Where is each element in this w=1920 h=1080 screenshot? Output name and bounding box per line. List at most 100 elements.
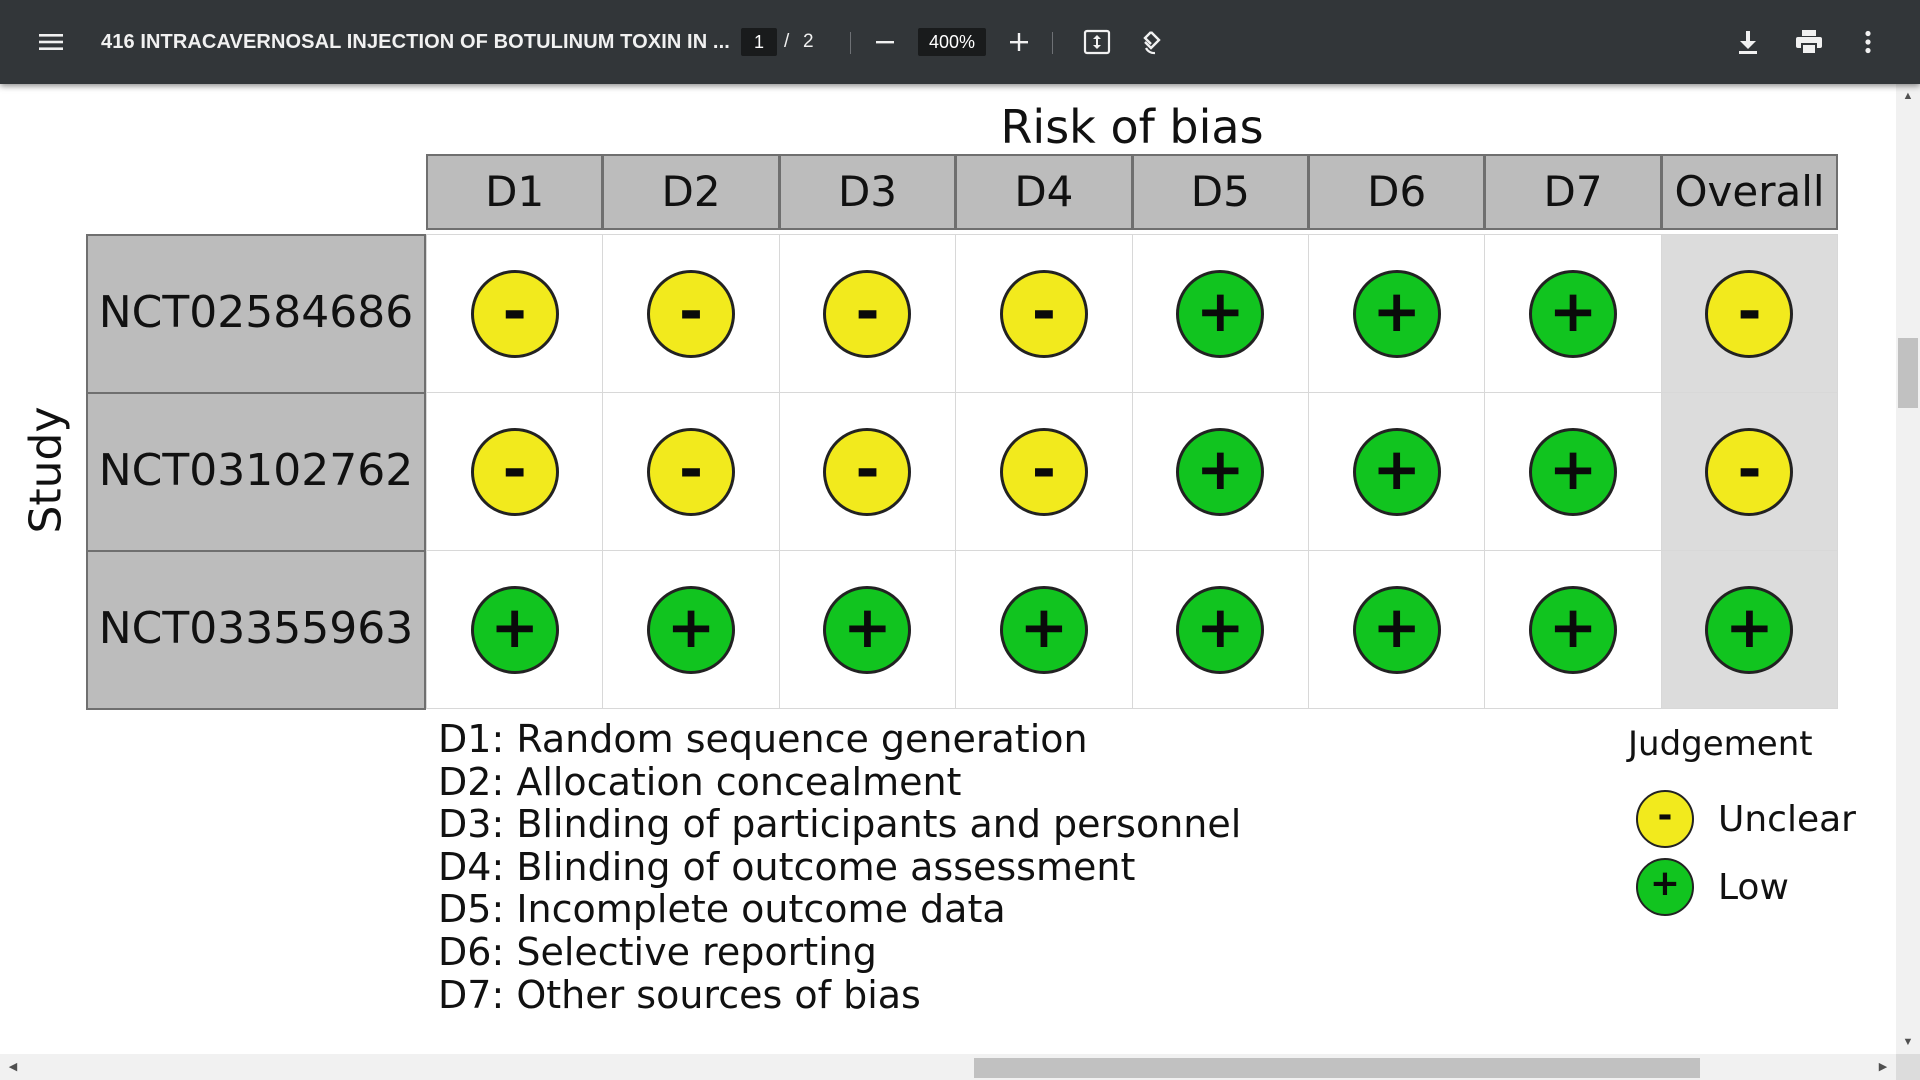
unclear-judgement-icon: - (823, 427, 912, 516)
hamburger-menu-icon[interactable] (36, 0, 66, 84)
low-judgement-icon: + (1705, 585, 1794, 674)
unclear-judgement-icon: - (999, 269, 1088, 358)
judgement-cell: + (1131, 392, 1309, 551)
judgement-cell: - (602, 392, 780, 551)
low-judgement-icon: + (1352, 269, 1441, 358)
judgement-cell: + (1308, 550, 1486, 709)
current-page-input[interactable]: 1 (741, 28, 777, 56)
scrollbar-corner (1896, 1054, 1920, 1080)
judgement-cell: + (602, 550, 780, 709)
judgement-cell: - (1660, 392, 1839, 551)
judgement-cell: - (778, 392, 957, 551)
legend-item-unclear: - Unclear (1636, 790, 1856, 848)
y-axis-label: Study (20, 406, 72, 534)
unclear-judgement-icon: - (647, 269, 736, 358)
pdf-page-view: Risk of bias Study D1 D2 D3 D4 D5 D6 D7 Overall… (0, 84, 1896, 1054)
judgement-cell: - (426, 392, 604, 551)
unclear-judgement-icon: - (470, 427, 559, 516)
judgement-cell: + (1308, 392, 1486, 551)
scroll-down-arrow-icon[interactable]: ▼ (1896, 1032, 1920, 1052)
judgement-cell: + (1484, 550, 1662, 709)
print-icon[interactable] (1794, 0, 1824, 84)
judgement-cell: + (426, 550, 604, 709)
fit-to-page-icon[interactable] (1082, 0, 1112, 84)
unclear-judgement-icon: - (647, 427, 736, 516)
study-label: NCT02584686 (86, 234, 426, 394)
column-header: D3 (778, 154, 957, 230)
unclear-judgement-icon: - (999, 427, 1088, 516)
document-title: 416 INTRACAVERNOSAL INJECTION OF BOTULIN… (101, 31, 730, 53)
judgement-cell: + (778, 550, 957, 709)
judgement-cell: + (1660, 550, 1839, 709)
legend-item-low: + Low (1636, 858, 1789, 916)
domain-definition: D4: Blinding of outcome assessment (438, 844, 1136, 889)
judgement-cell: - (778, 234, 957, 393)
column-header: D2 (602, 154, 780, 230)
domain-definitions: D1: Random sequence generation D2: Alloc… (438, 718, 1241, 1016)
judgement-cell: - (1660, 234, 1839, 393)
unclear-judgement-icon: - (823, 269, 912, 358)
legend-label: Low (1718, 866, 1789, 908)
total-pages: 2 (803, 31, 814, 52)
unclear-judgement-icon: - (470, 269, 559, 358)
low-judgement-icon: + (1176, 585, 1265, 674)
legend-title: Judgement (1628, 724, 1813, 764)
column-header: Overall (1660, 154, 1839, 230)
low-judgement-icon: + (470, 585, 559, 674)
more-vertical-icon[interactable] (1858, 0, 1878, 84)
low-judgement-icon: + (1529, 427, 1618, 516)
domain-definition: D7: Other sources of bias (438, 972, 921, 1017)
rotate-counterclockwise-icon[interactable] (1136, 0, 1166, 84)
minus-icon[interactable] (872, 0, 898, 84)
low-judgement-icon: + (1636, 858, 1694, 916)
column-header: D1 (426, 154, 604, 230)
study-label: NCT03102762 (86, 392, 426, 552)
judgement-cell: - (955, 234, 1133, 393)
domain-definition: D2: Allocation concealment (438, 759, 962, 804)
pdf-toolbar: 416 INTRACAVERNOSAL INJECTION OF BOTULIN… (0, 0, 1920, 84)
judgement-cell: + (1484, 392, 1662, 551)
unclear-judgement-icon: - (1705, 427, 1794, 516)
unclear-judgement-icon: - (1705, 269, 1794, 358)
scroll-right-arrow-icon[interactable]: ▶ (1872, 1054, 1894, 1080)
column-header: D4 (955, 154, 1133, 230)
plus-icon[interactable] (1006, 0, 1032, 84)
legend-label: Unclear (1718, 798, 1856, 840)
toolbar-divider (1052, 32, 1053, 54)
judgement-cell: - (955, 392, 1133, 551)
domain-definition: D5: Incomplete outcome data (438, 887, 1006, 932)
figure-title: Risk of bias (1000, 100, 1264, 154)
judgement-cell: + (1484, 234, 1662, 393)
judgement-cell: + (955, 550, 1133, 709)
zoom-level-input[interactable]: 400% (918, 28, 986, 56)
scroll-up-arrow-icon[interactable]: ▲ (1896, 86, 1920, 106)
domain-definition: D3: Blinding of participants and personn… (438, 802, 1242, 847)
toolbar-divider (850, 32, 851, 54)
low-judgement-icon: + (1176, 269, 1265, 358)
low-judgement-icon: + (1352, 427, 1441, 516)
low-judgement-icon: + (823, 585, 912, 674)
low-judgement-icon: + (1352, 585, 1441, 674)
judgement-cell: + (1131, 550, 1309, 709)
low-judgement-icon: + (999, 585, 1088, 674)
vertical-scrollbar[interactable] (1896, 84, 1920, 1054)
page-separator: / (784, 31, 790, 52)
vertical-scrollbar-thumb[interactable] (1898, 338, 1918, 408)
scroll-left-arrow-icon[interactable]: ◀ (2, 1054, 24, 1080)
column-header: D7 (1484, 154, 1662, 230)
low-judgement-icon: + (1529, 269, 1618, 358)
low-judgement-icon: + (1176, 427, 1265, 516)
judgement-cell: + (1308, 234, 1486, 393)
download-icon[interactable] (1734, 0, 1762, 84)
low-judgement-icon: + (647, 585, 736, 674)
judgement-cell: - (426, 234, 604, 393)
domain-definition: D6: Selective reporting (438, 929, 877, 974)
judgement-cell: + (1131, 234, 1309, 393)
column-header: D6 (1308, 154, 1486, 230)
unclear-judgement-icon: - (1636, 790, 1694, 848)
horizontal-scrollbar-thumb[interactable] (974, 1058, 1700, 1078)
low-judgement-icon: + (1529, 585, 1618, 674)
study-label: NCT03355963 (86, 550, 426, 710)
column-header: D5 (1131, 154, 1309, 230)
domain-definition: D1: Random sequence generation (438, 717, 1088, 761)
